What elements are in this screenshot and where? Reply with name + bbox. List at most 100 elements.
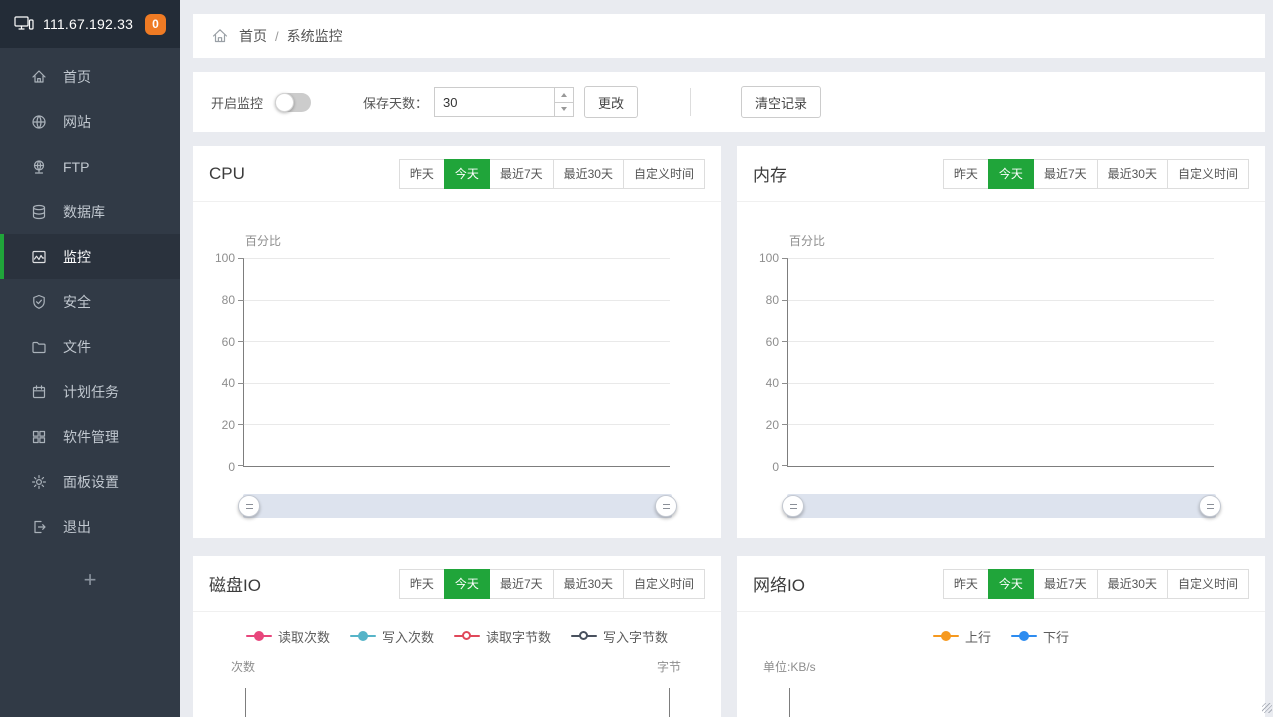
network-io-plot-area (789, 688, 1214, 717)
breadcrumb-home-link[interactable]: 首页 (239, 26, 267, 46)
time-btn-custom[interactable]: 自定义时间 (1167, 159, 1249, 189)
time-btn-yesterday[interactable]: 昨天 (943, 569, 989, 599)
cpu-panel: CPU 昨天 今天 最近7天 最近30天 自定义时间 百分比 100 80 60 (193, 146, 721, 538)
sidebar-item-label: 网站 (63, 112, 91, 132)
panel-title: CPU (209, 164, 245, 184)
legend-label: 读取字节数 (486, 627, 551, 646)
message-count-badge[interactable]: 0 (145, 14, 166, 35)
legend-item-upload[interactable]: 上行 (933, 627, 991, 646)
y-axis-unit: 百分比 (789, 232, 1265, 248)
y-tick: 40 (222, 376, 235, 390)
monitor-toggle-label: 开启监控 (211, 93, 263, 112)
time-btn-7days[interactable]: 最近7天 (1033, 159, 1098, 189)
resize-grip-icon[interactable] (1262, 703, 1272, 713)
apps-icon (30, 428, 47, 445)
legend-item-read-bytes[interactable]: 读取字节数 (454, 627, 551, 646)
datazoom-handle-right[interactable] (1199, 495, 1221, 517)
sidebar-item-ftp[interactable]: FTP (0, 144, 180, 189)
sidebar-item-label: 软件管理 (63, 427, 119, 447)
y-axis-labels: 100 80 60 40 20 0 (193, 258, 243, 467)
time-range-group: 昨天 今天 最近7天 最近30天 自定义时间 (400, 159, 705, 189)
sidebar-item-cron[interactable]: 计划任务 (0, 369, 180, 414)
legend-marker-icon (246, 631, 272, 641)
datazoom-slider[interactable] (243, 494, 672, 518)
sidebar-item-label: 面板设置 (63, 472, 119, 492)
y-tick: 80 (766, 293, 779, 307)
sidebar-item-security[interactable]: 安全 (0, 279, 180, 324)
time-btn-30days[interactable]: 最近30天 (553, 569, 624, 599)
time-btn-yesterday[interactable]: 昨天 (943, 159, 989, 189)
datazoom-handle-left[interactable] (238, 495, 260, 517)
sidebar-add-button[interactable]: + (0, 567, 180, 593)
time-btn-today[interactable]: 今天 (444, 159, 490, 189)
time-btn-7days[interactable]: 最近7天 (489, 569, 554, 599)
sidebar: 111.67.192.33 0 首页 网站 FTP 数据库 监控 (0, 0, 180, 717)
sidebar-item-database[interactable]: 数据库 (0, 189, 180, 234)
legend-marker-icon (571, 631, 597, 641)
toggle-knob-icon (275, 93, 294, 112)
time-btn-7days[interactable]: 最近7天 (489, 159, 554, 189)
grip-icon (1207, 504, 1214, 509)
time-btn-today[interactable]: 今天 (988, 569, 1034, 599)
charts-row-1: CPU 昨天 今天 最近7天 最近30天 自定义时间 百分比 100 80 60 (193, 146, 1265, 538)
datazoom-slider[interactable] (787, 494, 1216, 518)
main-content: 首页 / 系统监控 开启监控 保存天数： 更改 清空记录 CPU (180, 0, 1273, 717)
time-btn-yesterday[interactable]: 昨天 (399, 159, 445, 189)
sidebar-item-label: 退出 (63, 517, 91, 537)
save-days-label: 保存天数： (363, 93, 428, 112)
datazoom-handle-right[interactable] (655, 495, 677, 517)
logout-icon (30, 518, 47, 535)
clear-records-button[interactable]: 清空记录 (741, 86, 821, 118)
memory-panel: 内存 昨天 今天 最近7天 最近30天 自定义时间 百分比 100 80 60 (737, 146, 1265, 538)
y-tick: 0 (772, 460, 779, 474)
axis-unit-labels: 次数 字节 (231, 658, 681, 674)
save-days-input[interactable] (435, 88, 554, 116)
time-btn-30days[interactable]: 最近30天 (1097, 159, 1168, 189)
sidebar-item-files[interactable]: 文件 (0, 324, 180, 369)
sidebar-item-label: 监控 (63, 247, 91, 267)
legend-item-write-count[interactable]: 写入次数 (350, 627, 434, 646)
sidebar-item-logout[interactable]: 退出 (0, 504, 180, 549)
monitor-toggle[interactable] (275, 93, 311, 112)
legend-item-write-bytes[interactable]: 写入字节数 (571, 627, 668, 646)
datazoom-handle-left[interactable] (782, 495, 804, 517)
legend-item-read-count[interactable]: 读取次数 (246, 627, 330, 646)
breadcrumb-current: 系统监控 (287, 26, 343, 46)
disk-io-panel-header: 磁盘IO 昨天 今天 最近7天 最近30天 自定义时间 (193, 556, 721, 612)
grip-icon (246, 504, 253, 509)
breadcrumb-home-icon[interactable] (211, 27, 229, 45)
spinner-up-icon[interactable] (555, 88, 573, 103)
time-btn-30days[interactable]: 最近30天 (1097, 569, 1168, 599)
ftp-icon (30, 158, 47, 175)
time-btn-custom[interactable]: 自定义时间 (623, 159, 705, 189)
sidebar-item-sites[interactable]: 网站 (0, 99, 180, 144)
time-btn-custom[interactable]: 自定义时间 (623, 569, 705, 599)
disk-io-legend: 读取次数 写入次数 读取字节数 写入字节数 (193, 628, 721, 644)
shield-icon (30, 293, 47, 310)
sidebar-item-home[interactable]: 首页 (0, 54, 180, 99)
plot-area (787, 258, 1214, 467)
sidebar-item-settings[interactable]: 面板设置 (0, 459, 180, 504)
time-range-group: 昨天 今天 最近7天 最近30天 自定义时间 (944, 569, 1249, 599)
time-range-group: 昨天 今天 最近7天 最近30天 自定义时间 (400, 569, 705, 599)
y-tick: 100 (215, 251, 235, 265)
time-btn-yesterday[interactable]: 昨天 (399, 569, 445, 599)
time-btn-custom[interactable]: 自定义时间 (1167, 569, 1249, 599)
time-btn-today[interactable]: 今天 (988, 159, 1034, 189)
panel-title: 内存 (753, 161, 787, 186)
apply-button[interactable]: 更改 (584, 86, 638, 118)
y-tick: 20 (222, 418, 235, 432)
spinner-down-icon[interactable] (555, 103, 573, 117)
time-btn-today[interactable]: 今天 (444, 569, 490, 599)
time-range-group: 昨天 今天 最近7天 最近30天 自定义时间 (944, 159, 1249, 189)
legend-label: 读取次数 (278, 627, 330, 646)
home-icon (30, 68, 47, 85)
sidebar-item-software[interactable]: 软件管理 (0, 414, 180, 459)
network-io-panel: 网络IO 昨天 今天 最近7天 最近30天 自定义时间 上行 (737, 556, 1265, 717)
time-btn-7days[interactable]: 最近7天 (1033, 569, 1098, 599)
server-icon (14, 15, 34, 33)
legend-marker-icon (1011, 631, 1037, 641)
legend-item-download[interactable]: 下行 (1011, 627, 1069, 646)
time-btn-30days[interactable]: 最近30天 (553, 159, 624, 189)
sidebar-item-monitor[interactable]: 监控 (0, 234, 180, 279)
